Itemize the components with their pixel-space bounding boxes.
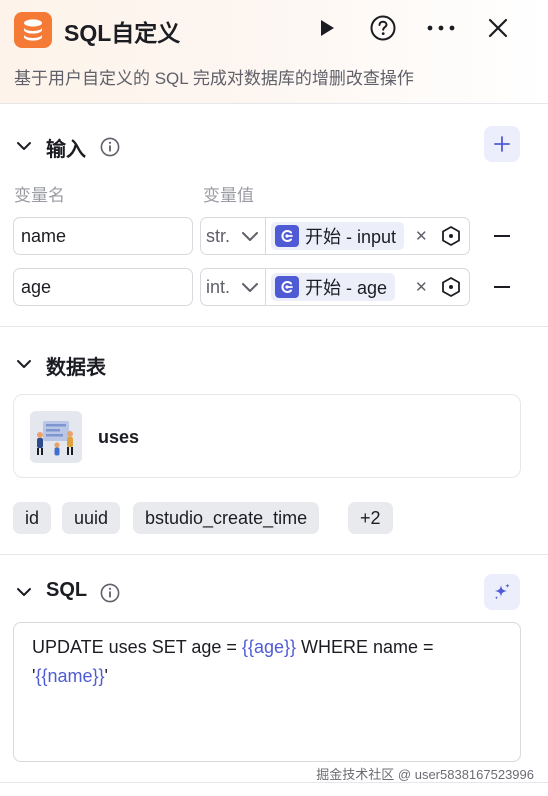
more-button[interactable] xyxy=(426,13,456,43)
variable-type-value: str. xyxy=(206,225,231,246)
database-table-name: uses xyxy=(98,427,140,447)
variable-type-select[interactable]: str. xyxy=(200,217,266,255)
help-icon xyxy=(370,15,396,41)
variable-value-field[interactable]: 开始 - age ✕ xyxy=(266,268,470,306)
sql-text: ' xyxy=(104,666,108,686)
field-chip: uuid xyxy=(62,502,121,534)
field-chip: bstudio_create_time xyxy=(133,502,320,534)
variable-name-column-label: 变量名 xyxy=(14,186,65,205)
add-variable-button[interactable] xyxy=(484,126,520,162)
variable-picker-icon[interactable] xyxy=(440,225,462,247)
variable-value-field[interactable]: 开始 - input ✕ xyxy=(266,217,470,255)
variable-value-column-label: 变量值 xyxy=(203,186,254,205)
database-icon xyxy=(14,12,52,48)
variable-name-input[interactable]: age xyxy=(13,268,193,306)
info-icon[interactable] xyxy=(100,137,120,157)
node-header: SQL自定义 基于用户自定义的 SQL 完成对数据库的增删改查操作 xyxy=(0,0,548,104)
chevron-down-icon[interactable] xyxy=(14,354,34,374)
sql-line: UPDATE uses SET age = {{age}} WHERE name… xyxy=(32,633,502,662)
sql-text: WHERE name = xyxy=(296,637,434,657)
remove-row-button[interactable] xyxy=(488,222,516,250)
chevron-down-icon[interactable] xyxy=(14,136,34,156)
variable-reference-tag[interactable]: 开始 - age xyxy=(271,273,396,301)
watermark: 掘金技术社区 @ user5838167523996 xyxy=(316,767,534,782)
section-divider xyxy=(0,554,548,555)
variable-reference-label: 开始 - age xyxy=(305,278,388,298)
close-icon xyxy=(488,18,508,38)
variable-type-select[interactable]: int. xyxy=(200,268,266,306)
more-icon xyxy=(427,25,455,31)
start-node-icon xyxy=(275,225,299,247)
play-icon xyxy=(321,20,334,36)
remove-row-button[interactable] xyxy=(488,273,516,301)
minus-icon xyxy=(494,235,510,237)
database-thumbnail xyxy=(30,411,82,463)
minus-icon xyxy=(494,286,510,288)
sql-section-title: SQL xyxy=(46,579,88,601)
table-section-header: 数据表 xyxy=(0,344,548,384)
variable-picker-icon[interactable] xyxy=(440,276,462,298)
help-button[interactable] xyxy=(368,13,398,43)
ai-generate-sql-button[interactable] xyxy=(484,574,520,610)
sql-section-header: SQL xyxy=(0,572,548,612)
run-button[interactable] xyxy=(312,13,342,43)
more-fields-chip[interactable]: +2 xyxy=(348,502,393,534)
close-button[interactable] xyxy=(483,13,513,43)
input-section-header: 输入 xyxy=(0,126,548,166)
node-description: 基于用户自定义的 SQL 完成对数据库的增删改查操作 xyxy=(14,69,414,88)
plus-icon xyxy=(494,136,510,152)
field-chip: id xyxy=(13,502,52,534)
chevron-down-icon xyxy=(242,283,258,292)
start-node-icon xyxy=(275,276,299,298)
sparkle-icon xyxy=(494,583,510,600)
sql-text: UPDATE uses SET age = xyxy=(32,637,242,657)
input-section-title: 输入 xyxy=(46,139,86,161)
info-icon[interactable] xyxy=(100,583,120,603)
remove-reference-icon[interactable]: ✕ xyxy=(415,278,428,296)
sql-line: '{{name}}' xyxy=(32,662,502,691)
table-section-title: 数据表 xyxy=(46,357,106,379)
database-table-card[interactable]: uses xyxy=(13,394,521,478)
section-divider xyxy=(0,326,548,327)
node-title: SQL自定义 xyxy=(64,20,181,46)
chevron-down-icon xyxy=(242,232,258,241)
variable-type-value: int. xyxy=(206,276,231,297)
sql-variable: {{name}} xyxy=(35,666,105,686)
variable-reference-tag[interactable]: 开始 - input xyxy=(271,222,405,250)
sql-variable: {{age}} xyxy=(241,637,297,657)
remove-reference-icon[interactable]: ✕ xyxy=(415,227,428,245)
variable-reference-label: 开始 - input xyxy=(305,227,397,247)
variable-name-input[interactable]: name xyxy=(13,217,193,255)
chevron-down-icon[interactable] xyxy=(14,582,34,602)
sql-editor[interactable]: UPDATE uses SET age = {{age}} WHERE name… xyxy=(13,622,521,762)
